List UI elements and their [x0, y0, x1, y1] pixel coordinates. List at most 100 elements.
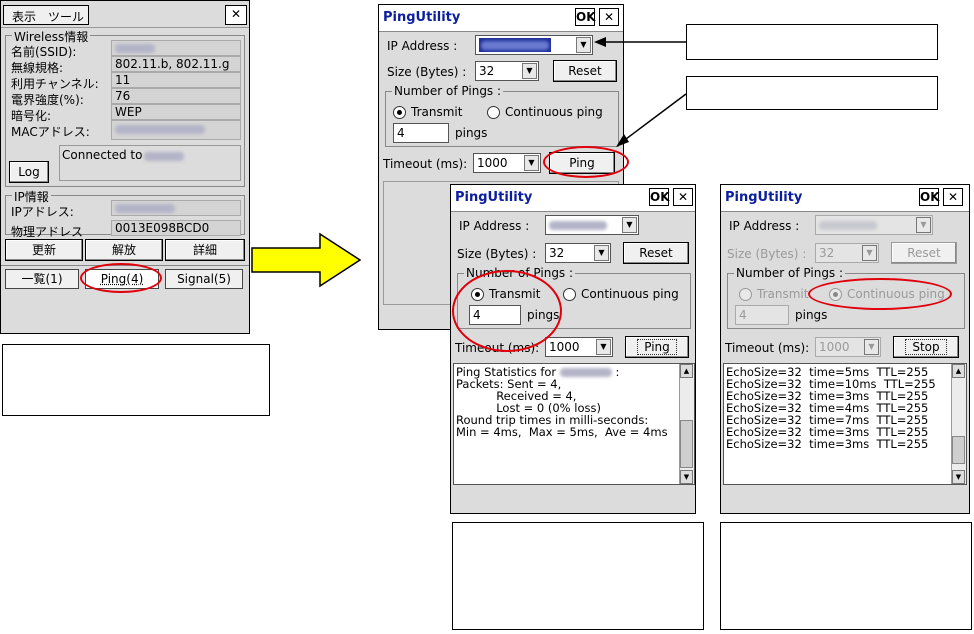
ok-button[interactable]: OK: [919, 188, 940, 206]
callout-ping-button: [686, 76, 938, 110]
ip-label: IP Address :: [729, 219, 800, 233]
reset-button[interactable]: Reset: [623, 242, 689, 264]
scrollbar[interactable]: ▲ ▼: [951, 364, 966, 484]
timeout-label: Timeout (ms):: [383, 157, 468, 171]
channel-value: 11: [111, 72, 241, 88]
close-button[interactable]: ✕: [943, 188, 963, 206]
physical-address-value: 0013E098BCD0: [111, 220, 241, 236]
ip-input[interactable]: ▼: [545, 215, 639, 235]
channel-label: 利用チャンネル:: [11, 77, 99, 91]
continuous-radio[interactable]: [487, 106, 500, 119]
scrollbar[interactable]: ▲ ▼: [679, 364, 694, 484]
size-label: Size (Bytes) :: [387, 65, 467, 79]
arrow-right-icon: [251, 232, 362, 288]
transmit-radio[interactable]: [393, 106, 406, 119]
ip-input[interactable]: ▼: [815, 215, 933, 235]
ping-window-continuous: PingUtility OK ✕ IP Address : ▼ Size (By…: [720, 184, 970, 514]
echo-output: EchoSize=32 time=5ms TTL=255 EchoSize=32…: [723, 363, 967, 485]
ip-selected-value: [479, 38, 551, 52]
size-input[interactable]: 32 ▼: [545, 243, 611, 263]
transmit-radio[interactable]: [739, 288, 752, 301]
ping-transmit-titlebar: PingUtility OK ✕: [451, 185, 695, 212]
connected-text: Connected to: [62, 148, 143, 162]
scroll-thumb[interactable]: [952, 436, 965, 464]
signal-strength-label: 電界強度(%):: [11, 93, 84, 107]
close-button[interactable]: ✕: [673, 188, 693, 206]
ip-input[interactable]: ▼: [475, 35, 593, 55]
pings-unit-label: pings: [795, 308, 828, 322]
continuous-radio[interactable]: [563, 288, 576, 301]
details-button[interactable]: 詳細: [165, 239, 245, 261]
output-line: Min = 4ms, Max = 5ms, Ave = 4ms: [456, 425, 668, 439]
scroll-thumb[interactable]: [680, 420, 693, 468]
menu-group[interactable]: 表示 ツール: [3, 5, 89, 25]
continuous-label: Continuous ping: [505, 105, 603, 119]
chevron-down-icon[interactable]: ▼: [862, 245, 877, 261]
encryption-label: 暗号化:: [11, 109, 52, 123]
timeout-input[interactable]: 1000 ▼: [545, 337, 613, 357]
mac-label: MACアドレス:: [11, 125, 90, 139]
size-label: Size (Bytes) :: [457, 247, 537, 261]
scroll-up-icon[interactable]: ▲: [680, 364, 693, 378]
scroll-down-icon[interactable]: ▼: [952, 470, 965, 484]
scroll-down-icon[interactable]: ▼: [680, 470, 693, 484]
pings-group-label: Number of Pings :: [392, 84, 504, 98]
mac-value: [111, 120, 241, 140]
close-button[interactable]: ✕: [225, 5, 247, 25]
connected-ssid: [144, 152, 184, 161]
output-lines: Ping Statistics for : Packets: Sent = 4,…: [454, 366, 668, 438]
close-icon: ✕: [677, 190, 689, 204]
release-button[interactable]: 解放: [85, 239, 163, 261]
ping-transmit-title: PingUtility: [455, 190, 533, 205]
chevron-down-icon[interactable]: ▼: [594, 245, 609, 261]
close-icon: ✕: [603, 10, 615, 24]
ip-address-value: [111, 200, 241, 216]
ping-count-input[interactable]: 4: [393, 123, 449, 143]
chevron-down-icon[interactable]: ▼: [622, 217, 637, 233]
output-line: EchoSize=32 time=3ms TTL=255: [726, 437, 929, 451]
signal-strength-value: 76: [111, 88, 241, 104]
size-input[interactable]: 32 ▼: [475, 61, 539, 81]
standard-value: 802.11.b, 802.11.g: [111, 56, 241, 72]
output-lines: EchoSize=32 time=5ms TTL=255 EchoSize=32…: [724, 366, 936, 450]
connection-status-box: Connected to: [59, 145, 241, 181]
menu-tools[interactable]: ツール: [48, 8, 84, 25]
continuous-highlight: [808, 278, 952, 310]
ok-button[interactable]: OK: [649, 188, 670, 206]
chevron-down-icon[interactable]: ▼: [524, 155, 539, 171]
ip-address-label: IPアドレス:: [11, 205, 74, 219]
menu-bar: 表示 ツール ✕: [1, 1, 249, 28]
pings-unit-label: pings: [455, 126, 488, 140]
chevron-down-icon[interactable]: ▼: [576, 37, 591, 53]
transmit-label: Transmit: [757, 287, 809, 301]
timeout-input[interactable]: 1000 ▼: [473, 153, 541, 173]
ping-count-input[interactable]: 4: [735, 305, 789, 325]
transmit-highlight: [452, 270, 562, 352]
timeout-label: Timeout (ms):: [725, 341, 810, 355]
refresh-button[interactable]: 更新: [5, 239, 83, 261]
timeout-input[interactable]: 1000 ▼: [815, 337, 881, 357]
scroll-up-icon[interactable]: ▲: [952, 364, 965, 378]
ssid-label: 名前(SSID):: [11, 45, 77, 59]
tab-list[interactable]: 一覧(1): [5, 269, 79, 289]
size-input[interactable]: 32 ▼: [815, 243, 879, 263]
close-icon: ✕: [230, 7, 242, 21]
stop-button[interactable]: Stop: [893, 336, 959, 358]
transmit-label: Transmit: [411, 105, 463, 119]
caption-box-transmit: [452, 522, 704, 630]
chevron-down-icon[interactable]: ▼: [596, 339, 611, 355]
ping-main-title: PingUtility: [383, 10, 461, 25]
log-button[interactable]: Log: [9, 161, 49, 183]
chevron-down-icon[interactable]: ▼: [522, 63, 537, 79]
caption-box-wireless: [2, 344, 270, 416]
ping-main-titlebar: PingUtility OK ✕: [379, 5, 623, 32]
reset-button[interactable]: Reset: [891, 242, 957, 264]
pings-group-label: Number of Pings :: [734, 266, 846, 280]
ping-button[interactable]: Ping: [625, 336, 689, 358]
chevron-down-icon[interactable]: ▼: [916, 217, 931, 233]
physical-address-label: 物理アドレス: [11, 225, 84, 239]
menu-view[interactable]: 表示: [12, 8, 36, 25]
tab-signal[interactable]: Signal(5): [165, 269, 243, 289]
chevron-down-icon[interactable]: ▼: [864, 339, 879, 355]
continuous-label: Continuous ping: [581, 287, 679, 301]
